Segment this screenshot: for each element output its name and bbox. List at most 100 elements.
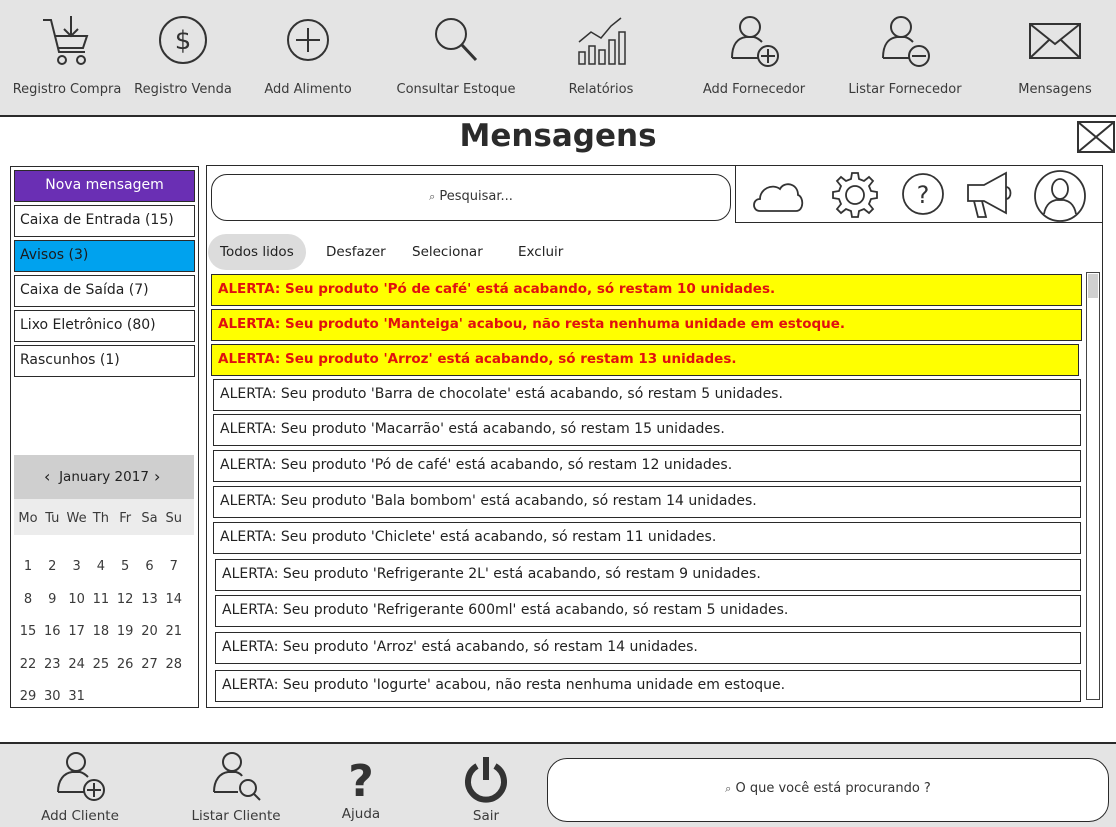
calendar-day[interactable]: 11 [89, 592, 113, 607]
toolbar-consultar-estoque[interactable]: Consultar Estoque [392, 0, 520, 117]
calendar-day[interactable]: 12 [113, 592, 137, 607]
message-row[interactable]: ALERTA: Seu produto 'Bala bombom' está a… [213, 486, 1081, 518]
toolbar-label: Relatórios [568, 82, 634, 97]
calendar-weekday: Fr [119, 511, 132, 526]
calendar-day[interactable]: 15 [16, 624, 40, 639]
close-icon[interactable] [1077, 121, 1115, 153]
calendar-day[interactable]: 21 [162, 624, 186, 639]
calendar-day[interactable]: 9 [40, 592, 64, 607]
message-toolbar-icons: ? [735, 165, 1103, 223]
calendar-day[interactable]: 26 [113, 657, 137, 672]
calendar-day[interactable]: 1 [16, 559, 40, 574]
calendar-day[interactable]: 6 [138, 559, 162, 574]
toolbar-listar-fornecedor[interactable]: Listar Fornecedor [846, 0, 964, 117]
calendar-day[interactable]: 24 [65, 657, 89, 672]
calendar-weekday: Su [165, 511, 183, 526]
search-icon [435, 18, 478, 62]
calendar-weekday: Mo [18, 511, 38, 526]
calendar-day[interactable]: 16 [40, 624, 64, 639]
svg-text:?: ? [917, 181, 930, 209]
calendar-day[interactable]: 23 [40, 657, 64, 672]
calendar-day[interactable]: 4 [89, 559, 113, 574]
folder-caixa-de-saida[interactable]: Caixa de Saída (7) [14, 275, 195, 307]
svg-text:$: $ [175, 26, 192, 56]
calendar-day[interactable]: 25 [89, 657, 113, 672]
calendar-day[interactable]: 17 [65, 624, 89, 639]
toolbar-label: Registro Venda [134, 82, 232, 97]
toolbar-add-alimento[interactable]: Add Alimento [258, 0, 358, 117]
folder-rascunhos[interactable]: Rascunhos (1) [14, 345, 195, 377]
message-list-scrollbar[interactable] [1086, 272, 1100, 700]
calendar-day[interactable]: 31 [65, 689, 89, 704]
calendar-weekday: We [66, 511, 87, 526]
message-row[interactable]: ALERTA: Seu produto 'Iogurte' acabou, nã… [215, 670, 1081, 702]
select-button[interactable]: Selecionar [400, 234, 495, 270]
calendar-header: ‹ January 2017 › [14, 455, 194, 499]
message-panel: ⌕ Pesquisar... ? Todos lidos Desfazer Se… [206, 165, 1103, 708]
calendar-weekday: Tu [45, 511, 60, 526]
toolbar-mensagens[interactable]: Mensagens [1012, 0, 1098, 117]
bottom-toolbar: Add Cliente Listar Cliente ? Ajuda Sair [0, 742, 1116, 827]
calendar-prev-button[interactable]: ‹ [44, 455, 50, 499]
message-row[interactable]: ALERTA: Seu produto 'Barra de chocolate'… [213, 379, 1081, 411]
listar-cliente-button[interactable]: Listar Cliente [186, 744, 286, 827]
toolbar-add-fornecedor[interactable]: Add Fornecedor [698, 0, 810, 117]
settings-icon[interactable] [828, 169, 882, 221]
profile-icon[interactable] [1032, 169, 1088, 223]
calendar-day[interactable]: 27 [138, 657, 162, 672]
alert-message-row[interactable]: ALERTA: Seu produto 'Arroz' está acaband… [211, 344, 1079, 376]
dollar-icon: $ [159, 16, 207, 64]
calendar-day[interactable]: 29 [16, 689, 40, 704]
mark-all-read-button[interactable]: Todos lidos [208, 234, 306, 270]
message-row[interactable]: ALERTA: Seu produto 'Pó de café' está ac… [213, 450, 1081, 482]
toolbar-label: Add Alimento [264, 82, 352, 97]
message-row[interactable]: ALERTA: Seu produto 'Macarrão' está acab… [213, 414, 1081, 446]
top-toolbar: Registro Compra $ Registro Venda Add Ali… [0, 0, 1116, 117]
sair-button[interactable]: Sair [451, 744, 521, 827]
calendar-day[interactable]: 5 [113, 559, 137, 574]
folder-lixo-eletronico[interactable]: Lixo Eletrônico (80) [14, 310, 195, 342]
calendar-day[interactable]: 18 [89, 624, 113, 639]
global-search-input[interactable]: ⌕ O que você está procurando ? [547, 758, 1109, 822]
alert-message-row[interactable]: ALERTA: Seu produto 'Manteiga' acabou, n… [211, 309, 1082, 341]
calendar-day[interactable]: 28 [162, 657, 186, 672]
message-row[interactable]: ALERTA: Seu produto 'Chiclete' está acab… [213, 522, 1081, 554]
toolbar-relatorios[interactable]: Relatórios [556, 0, 646, 117]
user-search-icon [213, 752, 261, 801]
add-cliente-button[interactable]: Add Cliente [30, 744, 130, 827]
question-icon: ? [348, 756, 374, 800]
bottom-label: Add Cliente [41, 808, 119, 824]
calendar-day[interactable]: 20 [138, 624, 162, 639]
toolbar-label: Mensagens [1018, 82, 1092, 97]
help-icon[interactable]: ? [900, 169, 946, 219]
message-row[interactable]: ALERTA: Seu produto 'Arroz' está acaband… [215, 632, 1081, 664]
calendar-day[interactable]: 2 [40, 559, 64, 574]
calendar-day[interactable]: 3 [65, 559, 89, 574]
cloud-icon[interactable] [750, 169, 804, 219]
folder-caixa-de-entrada[interactable]: Caixa de Entrada (15) [14, 205, 195, 237]
undo-button[interactable]: Desfazer [314, 234, 398, 270]
toolbar-registro-venda[interactable]: $ Registro Venda [130, 0, 236, 117]
alert-message-row[interactable]: ALERTA: Seu produto 'Pó de café' está ac… [211, 274, 1082, 306]
megaphone-icon[interactable] [962, 169, 1018, 221]
message-search-input[interactable]: ⌕ Pesquisar... [211, 174, 731, 221]
toolbar-registro-compra[interactable]: Registro Compra [8, 0, 126, 117]
plus-circle-icon [287, 19, 329, 61]
scrollbar-thumb[interactable] [1088, 274, 1098, 298]
calendar-day[interactable]: 14 [162, 592, 186, 607]
message-row[interactable]: ALERTA: Seu produto 'Refrigerante 2L' es… [215, 559, 1081, 591]
ajuda-button[interactable]: ? Ajuda [326, 744, 396, 827]
calendar-day[interactable]: 7 [162, 559, 186, 574]
calendar-day[interactable]: 19 [113, 624, 137, 639]
calendar-day[interactable]: 30 [40, 689, 64, 704]
new-message-button[interactable]: Nova mensagem [14, 170, 195, 202]
message-row[interactable]: ALERTA: Seu produto 'Refrigerante 600ml'… [215, 595, 1081, 627]
toolbar-label: Consultar Estoque [396, 82, 516, 97]
delete-button[interactable]: Excluir [506, 234, 575, 270]
folder-avisos[interactable]: Avisos (3) [14, 240, 195, 272]
calendar-day[interactable]: 22 [16, 657, 40, 672]
calendar-next-button[interactable]: › [154, 455, 160, 499]
calendar-day[interactable]: 10 [65, 592, 89, 607]
calendar-day[interactable]: 13 [138, 592, 162, 607]
calendar-day[interactable]: 8 [16, 592, 40, 607]
